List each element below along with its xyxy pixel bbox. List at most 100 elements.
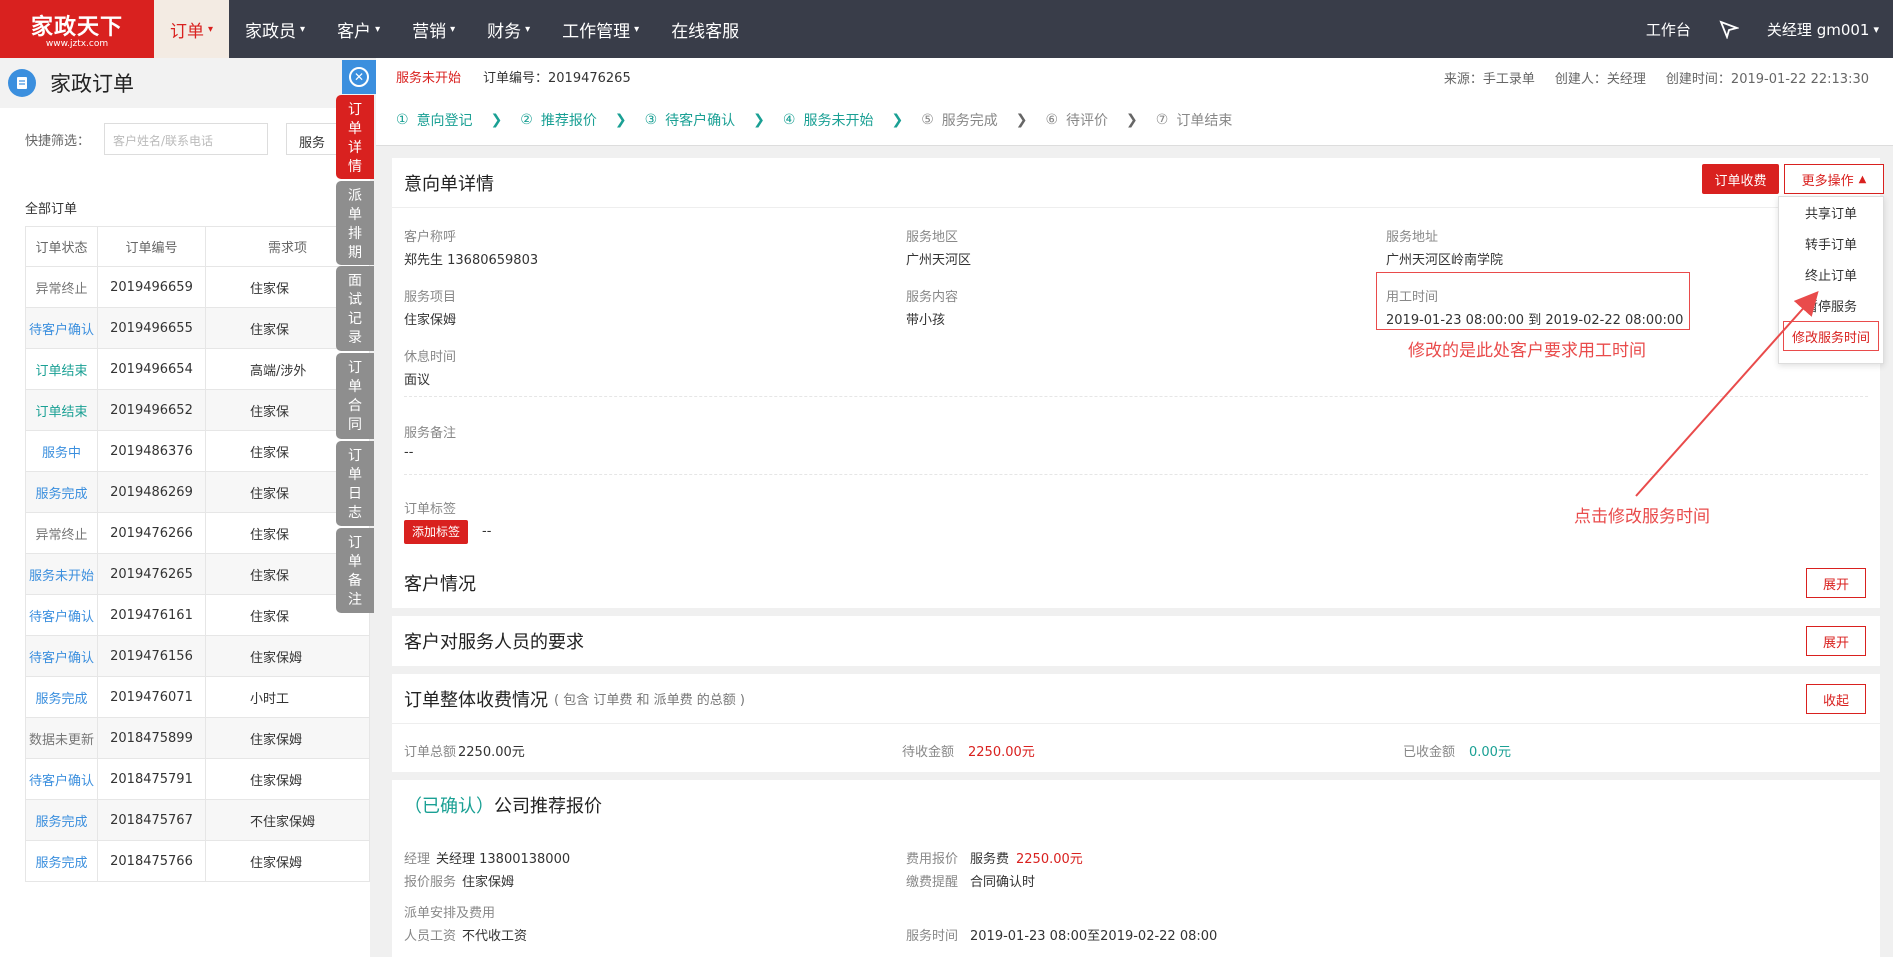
table-row[interactable]: 服务未开始 2019476265 住家保: [25, 553, 370, 595]
order-number-cell: 2018475791: [97, 758, 206, 800]
order-status-cell: 服务完成: [25, 676, 98, 718]
order-number-cell: 2018475766: [97, 840, 206, 882]
vertical-tab-char: 注: [348, 592, 362, 608]
vertical-tab-char: 单: [348, 121, 362, 137]
demand-item-cell: 住家保姆: [205, 717, 370, 759]
order-status-cell: 待客户确认: [25, 307, 98, 349]
all-orders-label: 全部订单: [25, 202, 78, 217]
chevron-down-icon: ▾: [525, 23, 531, 35]
vertical-tab-char: 订: [348, 360, 362, 376]
vertical-tab[interactable]: 订单备注: [336, 528, 374, 613]
vertical-tab-char: 试: [348, 292, 362, 308]
top-nav: 家政天下 www.jztx.com 订单 ▾ 家政员 ▾ 客户 ▾ 营销 ▾ 财务 ▾ 工作管理 ▾ 在…: [0, 0, 1893, 58]
nav-item[interactable]: 订单 ▾: [154, 0, 230, 58]
order-number-cell: 2019496652: [97, 389, 206, 431]
chevron-down-icon: ▾: [300, 23, 306, 35]
table-row[interactable]: 服务完成 2018475767 不住家保姆: [25, 799, 370, 841]
user-name: 关经理 gm001: [1766, 20, 1870, 39]
nav-item[interactable]: 家政员 ▾: [229, 0, 321, 58]
logo[interactable]: 家政天下 www.jztx.com: [0, 0, 154, 58]
order-status-cell: 待客户确认: [25, 635, 98, 677]
nav-menu: 订单 ▾ 家政员 ▾ 客户 ▾ 营销 ▾ 财务 ▾ 工作管理 ▾ 在线客服: [154, 0, 755, 58]
order-number-cell: 2019486376: [97, 430, 206, 472]
demand-item-cell: 不住家保姆: [205, 799, 370, 841]
workbench-link[interactable]: 工作台: [1632, 0, 1705, 58]
vertical-tab-char: 记: [348, 311, 362, 327]
nav-item[interactable]: 财务 ▾: [471, 0, 546, 58]
table-row[interactable]: 服务完成 2019486269 住家保: [25, 471, 370, 513]
order-status-cell: 待客户确认: [25, 758, 98, 800]
logo-url: www.jztx.com: [45, 39, 109, 49]
order-table: 订单状态 订单编号 需求项 异常终止 2019496659 住家保 待客户确认 201949…: [25, 226, 370, 882]
order-number-cell: 2019496655: [97, 307, 206, 349]
vertical-tab-char: 合: [348, 398, 362, 414]
vertical-tab-char: 单: [348, 207, 362, 223]
vertical-tab[interactable]: 订单详情: [336, 95, 374, 179]
order-status-cell: 数据未更新: [25, 717, 98, 759]
nav-item[interactable]: 营销 ▾: [396, 0, 471, 58]
nav-item-label: 财务: [487, 21, 522, 42]
order-number-cell: 2019486269: [97, 471, 206, 513]
table-row[interactable]: 服务完成 2018475766 住家保姆: [25, 840, 370, 882]
column-header[interactable]: 订单状态: [25, 226, 98, 267]
order-status-cell: 服务完成: [25, 840, 98, 882]
nav-item[interactable]: 在线客服: [655, 0, 755, 58]
order-number-cell: 2019476161: [97, 594, 206, 636]
order-status-cell: 服务完成: [25, 471, 98, 513]
vertical-tab-char: 单: [348, 554, 362, 570]
order-number-cell: 2019476156: [97, 635, 206, 677]
nav-item[interactable]: 工作管理 ▾: [546, 0, 655, 58]
demand-item-cell: 住家保姆: [205, 840, 370, 882]
table-row[interactable]: 服务完成 2019476071 小时工: [25, 676, 370, 718]
table-row[interactable]: 待客户确认 2019476156 住家保姆: [25, 635, 370, 677]
arrow-annotation: [1635, 291, 1819, 497]
order-number-cell: 2019496659: [97, 266, 206, 308]
vertical-tab[interactable]: 订单合同: [336, 353, 374, 439]
table-row[interactable]: 数据未更新 2018475899 住家保姆: [25, 717, 370, 759]
table-row[interactable]: 订单结束 2019496652 住家保: [25, 389, 370, 431]
nav-item-label: 营销: [412, 21, 447, 42]
user-menu[interactable]: 关经理 gm001 ▾: [1753, 0, 1893, 58]
vertical-tab-char: 志: [348, 505, 362, 521]
chevron-down-icon: ▾: [1873, 22, 1879, 36]
table-row[interactable]: 服务中 2019486376 住家保: [25, 430, 370, 472]
order-status-cell: 异常终止: [25, 512, 98, 554]
table-row[interactable]: 待客户确认 2018475791 住家保姆: [25, 758, 370, 800]
vertical-tab[interactable]: 订单日志: [336, 441, 374, 526]
order-number-cell: 2019476266: [97, 512, 206, 554]
nav-item-label: 工作管理: [562, 21, 631, 42]
chevron-down-icon: ▾: [208, 23, 214, 35]
vertical-tab-char: 备: [348, 573, 362, 589]
logo-text: 家政天下: [30, 14, 123, 40]
filter-label: 快捷筛选：: [25, 133, 91, 149]
vertical-tab-char: 排: [348, 226, 362, 242]
column-header[interactable]: 订单编号: [97, 226, 206, 267]
close-icon: ✕: [349, 67, 369, 87]
table-row[interactable]: 订单结束 2019496654 高端/涉外: [25, 348, 370, 390]
vertical-tab[interactable]: 面试记录: [336, 266, 374, 351]
vertical-tab[interactable]: 派单排期: [336, 181, 374, 265]
close-button[interactable]: ✕: [342, 60, 376, 94]
table-row[interactable]: 异常终止 2019496659 住家保: [25, 266, 370, 308]
vertical-tab-char: 订: [348, 102, 362, 118]
nav-item[interactable]: 客户 ▾: [321, 0, 396, 58]
search-input[interactable]: 客户姓名/联系电话: [104, 123, 269, 155]
order-status-cell: 服务完成: [25, 799, 98, 841]
order-number-cell: 2018475767: [97, 799, 206, 841]
nav-item-label: 家政员: [245, 21, 297, 42]
chevron-down-icon: ▾: [450, 23, 456, 35]
vertical-tab-char: 情: [348, 159, 362, 175]
demand-item-cell: 小时工: [205, 676, 370, 718]
order-status-cell: 订单结束: [25, 348, 98, 390]
order-status-cell: 异常终止: [25, 266, 98, 308]
vertical-tab-char: 派: [348, 188, 362, 204]
table-row[interactable]: 异常终止 2019476266 住家保: [25, 512, 370, 554]
demand-item-cell: 住家保姆: [205, 758, 370, 800]
order-list-panel: 家政订单 快捷筛选： 客户姓名/联系电话 服务 全部订单 订单状态 订单编号 需求项…: [0, 58, 370, 957]
table-row[interactable]: 待客户确认 2019496655 住家保: [25, 307, 370, 349]
table-row[interactable]: 待客户确认 2019476161 住家保: [25, 594, 370, 636]
send-icon[interactable]: [1705, 0, 1753, 58]
order-number-cell: 2019476071: [97, 676, 206, 718]
panel-header: 家政订单: [0, 58, 370, 108]
order-status-cell: 待客户确认: [25, 594, 98, 636]
